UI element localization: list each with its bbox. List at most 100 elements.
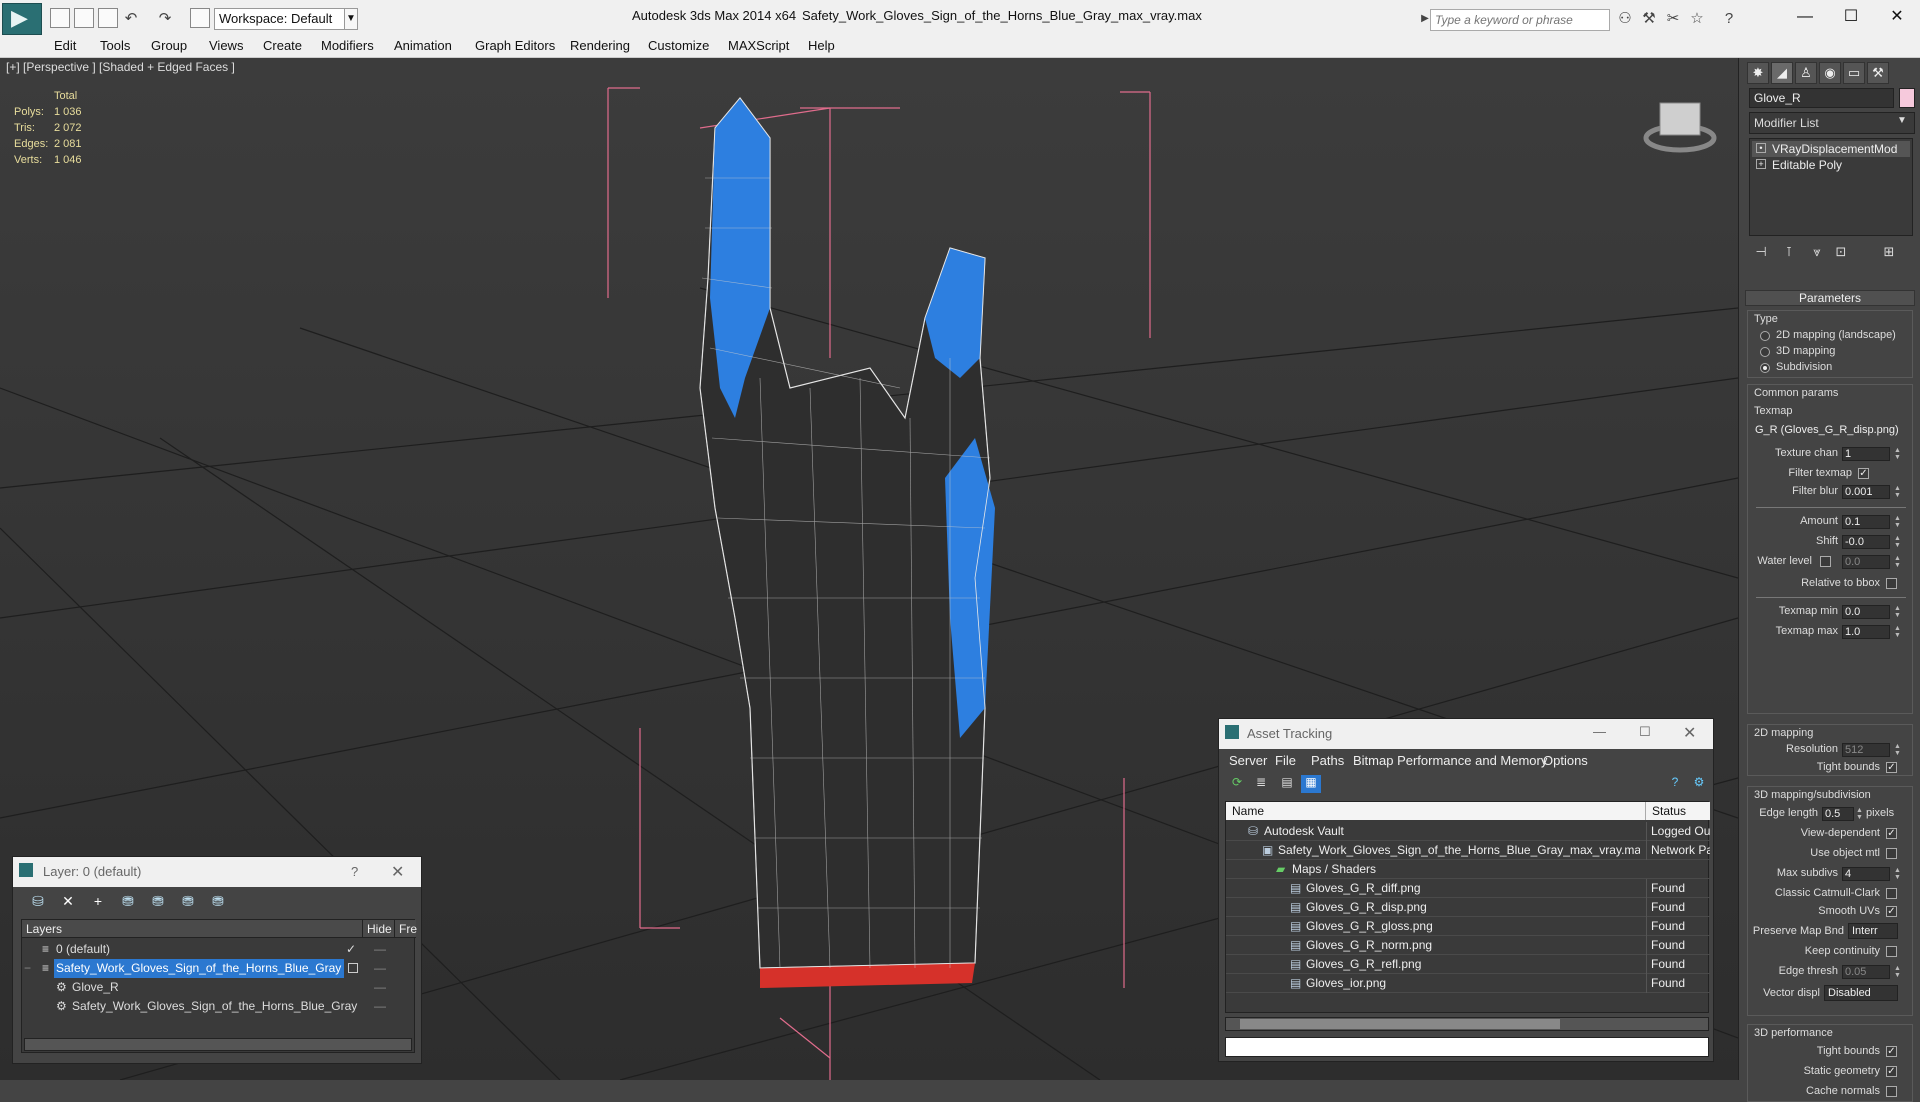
asset-row[interactable]: ▤ Gloves_G_R_refl.png Found (1226, 955, 1710, 974)
configure-sets-icon[interactable]: ⊞ (1879, 244, 1899, 264)
asset-row[interactable]: ▤ Gloves_G_R_gloss.png Found (1226, 917, 1710, 936)
asset-minimize-icon[interactable]: — (1593, 724, 1606, 739)
spinner-arrows-icon[interactable]: ▲ ▼ (1894, 535, 1901, 549)
parameters-rollout[interactable]: Parameters (1745, 290, 1915, 306)
workspace-dropdown-arrow[interactable]: ▼ (344, 8, 358, 30)
menu-maxscript[interactable]: MAXScript (728, 38, 789, 53)
subscription-icon[interactable]: ⚒ (1640, 10, 1658, 28)
layer-window-titlebar[interactable]: Layer: 0 (default) ? ✕ (13, 857, 421, 887)
layer-row[interactable]: ≡ 0 (default) ✓ — (22, 940, 416, 959)
select-objects-icon[interactable]: ⛃ (117, 893, 139, 913)
list-view-icon[interactable]: ≣ (1251, 775, 1271, 793)
perf-tight-bounds-checkbox[interactable]: ✓ (1886, 1046, 1897, 1057)
communication-icon[interactable]: ✂ (1664, 10, 1682, 28)
menu-views[interactable]: Views (209, 38, 243, 53)
tight-bounds-2d-checkbox[interactable]: ✓ (1886, 762, 1897, 773)
cache-normals-checkbox[interactable] (1886, 1086, 1897, 1097)
hide-toggle[interactable]: — (374, 959, 386, 978)
catmull-clark-checkbox[interactable] (1886, 888, 1897, 899)
asset-menu-options[interactable]: Options (1543, 753, 1588, 768)
open-file-icon[interactable] (74, 8, 94, 28)
remove-modifier-icon[interactable]: ⊡ (1831, 244, 1851, 264)
hide-toggle[interactable]: — (374, 997, 386, 1016)
water-level-input[interactable]: 0.0 (1842, 555, 1890, 569)
asset-settings-icon[interactable]: ⚙ (1689, 775, 1709, 793)
filter-blur-input[interactable]: 0.001 (1842, 485, 1890, 499)
resolution-input[interactable]: 512 (1842, 743, 1890, 757)
object-color-swatch[interactable] (1899, 88, 1915, 108)
close-button[interactable]: ✕ (1874, 4, 1920, 30)
asset-window-titlebar[interactable]: Asset Tracking — ☐ ✕ (1219, 719, 1713, 749)
asset-row[interactable]: ▤ Gloves_ior.png Found (1226, 974, 1710, 993)
radio-3d-mapping[interactable] (1760, 347, 1770, 357)
max-subdivs-input[interactable]: 4 (1842, 867, 1890, 881)
spinner-arrows-icon[interactable]: ▲ ▼ (1894, 485, 1901, 499)
menu-modifiers[interactable]: Modifiers (321, 38, 374, 53)
spinner-arrows-icon[interactable]: ▲ ▼ (1894, 965, 1901, 979)
menu-create[interactable]: Create (263, 38, 302, 53)
menu-rendering[interactable]: Rendering (570, 38, 630, 53)
active-check-icon[interactable]: ✓ (346, 940, 356, 959)
project-folder-icon[interactable] (190, 8, 210, 28)
hide-toggle[interactable]: — (374, 978, 386, 997)
asset-row[interactable]: ▤ Gloves_G_R_disp.png Found (1226, 898, 1710, 917)
asset-row[interactable]: ▰ Maps / Shaders (1226, 860, 1710, 879)
pin-stack-icon[interactable]: ⊣ (1751, 244, 1771, 264)
edge-length-input[interactable]: 0.5 (1822, 807, 1854, 821)
hide-toggle[interactable]: — (374, 940, 386, 959)
layer-row[interactable]: ⚙ Glove_R — (22, 978, 416, 997)
hierarchy-tab-icon[interactable]: ♙ (1795, 62, 1817, 84)
keep-continuity-checkbox[interactable] (1886, 946, 1897, 957)
texmap-min-input[interactable]: 0.0 (1842, 605, 1890, 619)
radio-2d-mapping[interactable] (1760, 331, 1770, 341)
lightbulb-icon[interactable]: • (1756, 143, 1766, 153)
menu-group[interactable]: Group (151, 38, 187, 53)
spinner-arrows-icon[interactable]: ▲ ▼ (1894, 605, 1901, 619)
texmap-button[interactable]: G_R (Gloves_G_R_disp.png) (1752, 423, 1908, 439)
menu-customize[interactable]: Customize (648, 38, 709, 53)
search-input[interactable] (1430, 9, 1610, 31)
spinner-arrows-icon[interactable]: ▲ ▼ (1894, 555, 1901, 569)
spinner-arrows-icon[interactable]: ▲ ▼ (1894, 867, 1901, 881)
water-level-checkbox[interactable] (1820, 556, 1831, 567)
static-geometry-checkbox[interactable]: ✓ (1886, 1066, 1897, 1077)
use-object-mtl-checkbox[interactable] (1886, 848, 1897, 859)
spinner-arrows-icon[interactable]: ▲ ▼ (1856, 807, 1863, 821)
spinner-arrows-icon[interactable]: ▲ ▼ (1894, 743, 1901, 757)
highlight-layer-icon[interactable]: ⛃ (147, 893, 169, 913)
layer-horizontal-scrollbar[interactable] (24, 1038, 412, 1051)
texmap-max-input[interactable]: 1.0 (1842, 625, 1890, 639)
display-tab-icon[interactable]: ▭ (1843, 62, 1865, 84)
show-end-result-icon[interactable]: ⊺ (1779, 244, 1799, 264)
app-logo[interactable]: ▶ (2, 3, 42, 35)
binoculars-icon[interactable]: ⚇ (1616, 10, 1634, 28)
spinner-arrows-icon[interactable]: ▲ ▼ (1894, 625, 1901, 639)
preserve-map-dropdown[interactable]: Interr (1848, 923, 1898, 939)
set-current-box[interactable] (348, 963, 358, 973)
layer-row[interactable]: − ≡ Safety_Work_Gloves_Sign_of_the_Horns… (22, 959, 416, 978)
filter-texmap-checkbox[interactable]: ✓ (1858, 468, 1869, 479)
create-tab-icon[interactable]: ✸ (1747, 62, 1769, 84)
asset-row[interactable]: ▤ Gloves_G_R_diff.png Found (1226, 879, 1710, 898)
grid-view-icon[interactable]: ▦ (1301, 775, 1321, 793)
motion-tab-icon[interactable]: ◉ (1819, 62, 1841, 84)
relative-bbox-checkbox[interactable] (1886, 578, 1897, 589)
delete-layer-icon[interactable]: ✕ (57, 893, 79, 913)
add-to-layer-icon[interactable]: + (87, 893, 109, 913)
refresh-icon[interactable]: ⟳ (1227, 775, 1247, 793)
collapse-icon[interactable]: − (24, 959, 31, 978)
modify-tab-icon[interactable]: ◢ (1771, 62, 1793, 84)
scroll-thumb[interactable] (1240, 1019, 1560, 1029)
menu-animation[interactable]: Animation (394, 38, 452, 53)
hide-all-layers-icon[interactable]: ⛃ (177, 893, 199, 913)
undo-icon[interactable]: ↶ (122, 10, 140, 28)
col-status[interactable]: Status (1646, 802, 1710, 820)
menu-graph-editors[interactable]: Graph Editors (475, 38, 555, 53)
asset-horizontal-scrollbar[interactable] (1225, 1017, 1709, 1031)
spinner-arrows-icon[interactable]: ▲ ▼ (1894, 515, 1901, 529)
asset-row[interactable]: ▤ Gloves_G_R_norm.png Found (1226, 936, 1710, 955)
asset-menu-paths[interactable]: Paths (1311, 753, 1344, 768)
texture-chan-input[interactable]: 1 (1842, 447, 1890, 461)
spinner-arrows-icon[interactable]: ▲ ▼ (1894, 447, 1901, 461)
col-hide[interactable]: Hide (362, 920, 392, 938)
